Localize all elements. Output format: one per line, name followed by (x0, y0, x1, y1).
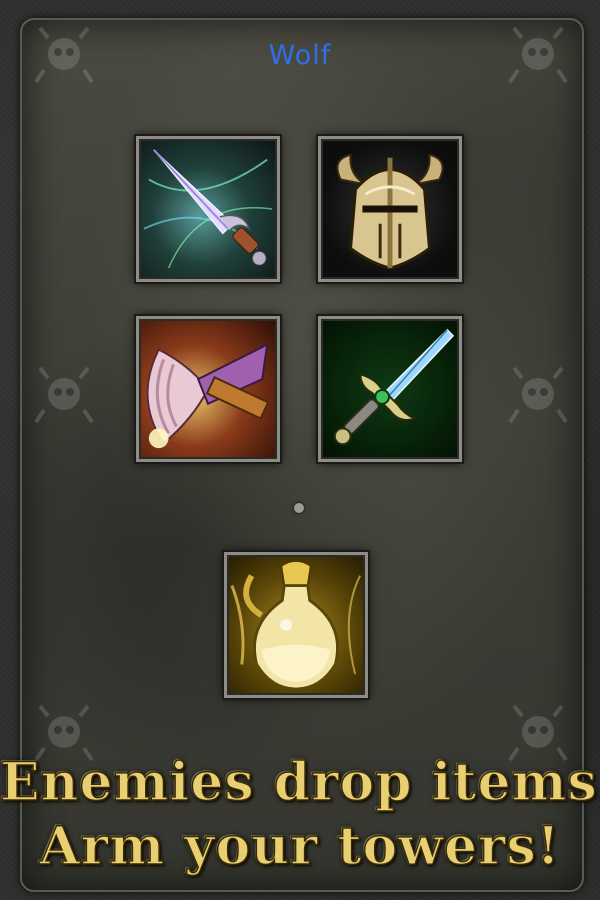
game-screen: Wolf Enemies drop items. Arm your towers… (0, 0, 600, 900)
item-slot-1[interactable] (134, 134, 282, 284)
skull-emblem-icon (508, 366, 568, 424)
enchanted-dagger-icon (143, 149, 273, 269)
jeweled-sword-icon (333, 328, 455, 446)
caption-line-2: Arm your towers! (39, 815, 561, 878)
unit-name-title: Wolf (268, 40, 332, 71)
skull-emblem-icon (34, 366, 94, 424)
item-slot-2[interactable] (316, 134, 464, 284)
featured-item-slot[interactable] (222, 550, 370, 700)
pagination-dot[interactable] (294, 503, 304, 513)
battle-axe-icon (146, 342, 270, 449)
item-slot-4[interactable] (316, 314, 464, 464)
golden-helmet-icon (336, 153, 444, 270)
item-slot-3[interactable] (134, 314, 282, 464)
potion-flask-icon (230, 559, 361, 691)
caption-line-1: Enemies drop items. (0, 751, 600, 814)
